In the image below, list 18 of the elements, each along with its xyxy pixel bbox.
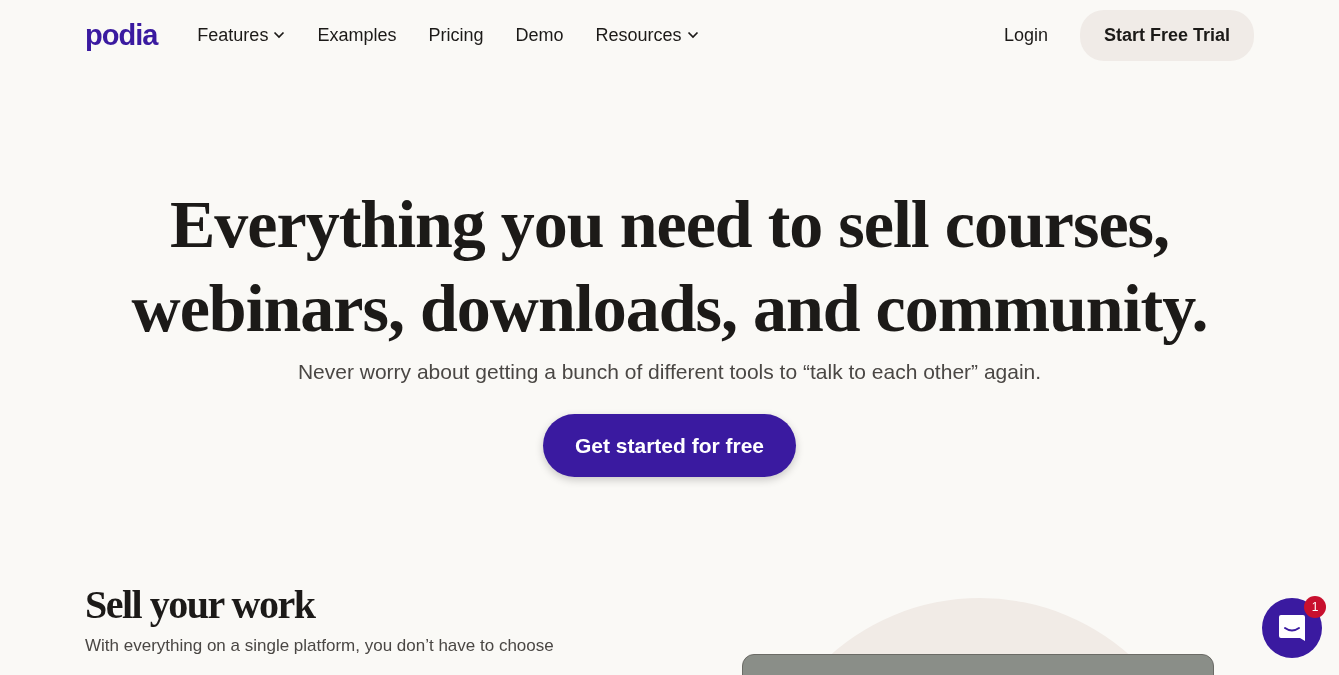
get-started-button[interactable]: Get started for free [542, 413, 797, 477]
chat-icon [1277, 613, 1307, 643]
notification-badge: 1 [1304, 596, 1326, 618]
chevron-down-icon [686, 31, 699, 39]
hero-title: Everything you need to sell courses, webinars, downloads, and community. [130, 185, 1209, 348]
nav-link[interactable]: Demo [499, 21, 580, 49]
chat-button[interactable] [1262, 598, 1322, 658]
nav-link[interactable]: Pricing [412, 21, 500, 49]
section-text: With everything on a single platform, you don’t have to choose [85, 635, 555, 657]
start-trial-button[interactable]: Start Free Trial [1079, 9, 1254, 61]
section-title: Sell your work [85, 581, 317, 629]
login-link[interactable]: Login [987, 21, 1064, 49]
logo[interactable]: podia [85, 20, 158, 50]
nav-link[interactable]: Resources [579, 21, 715, 49]
nav-link[interactable]: Features [181, 21, 302, 49]
hero-subtitle: Never worry about getting a bunch of different tools to “talk to each other” again. [296, 359, 1043, 385]
nav-link[interactable]: Examples [301, 21, 413, 49]
chevron-down-icon [273, 31, 286, 39]
